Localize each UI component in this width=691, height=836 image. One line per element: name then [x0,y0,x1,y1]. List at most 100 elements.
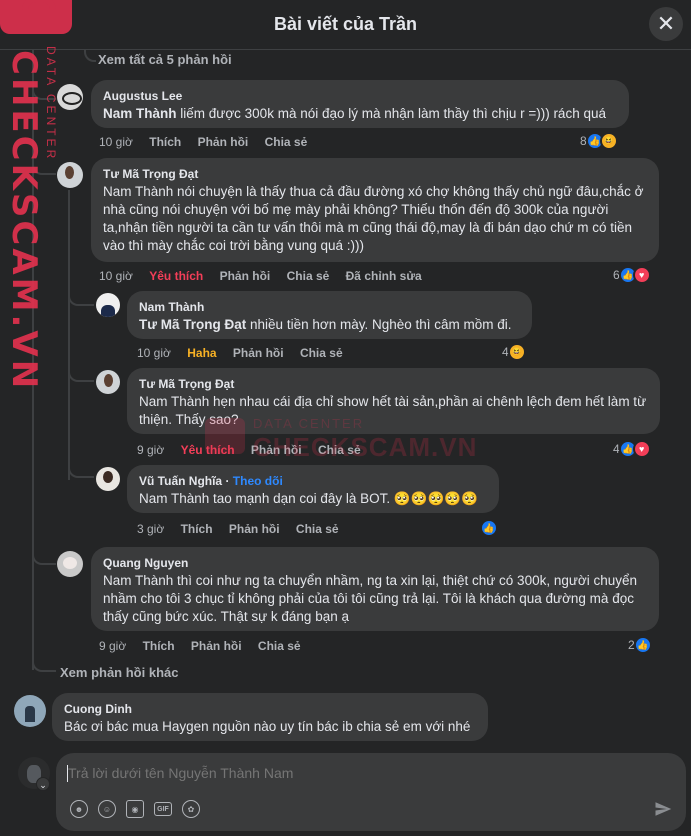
dialog-title: Bài viết của Trần [273,14,418,34]
reply-button[interactable]: Phản hồi [251,443,302,457]
thread-curve-nam [68,290,94,306]
thread-line-main [32,50,34,670]
comment-author[interactable]: Tư Mã Trọng Đạt [139,376,648,392]
thread-curve-dat2 [68,366,94,382]
haha-button[interactable]: Haha [187,346,216,360]
avatar[interactable] [57,551,83,577]
sticker-icon[interactable]: ✿ [182,800,200,818]
reply-input[interactable] [68,765,628,781]
watermark-brand: CHECKSCAM.VN [4,50,44,392]
comment-body: liếm được 300k mà nói đạo lý mà nhận làm… [176,106,606,121]
comment-author[interactable]: Nam Thành [139,299,520,315]
share-button[interactable]: Chia sẻ [287,269,330,283]
comment-time[interactable]: 9 giờ [137,443,164,457]
comment-author[interactable]: Augustus Lee [103,88,617,104]
comment-bubble: Vũ Tuấn Nghĩa · Theo dõi Nam Thành tao m… [127,465,499,513]
like-reaction-icon: 👍 [480,519,498,537]
share-button[interactable]: Chia sẻ [265,135,308,149]
love-reaction-icon: ♥ [632,266,651,284]
comment-bubble: Augustus Lee Nam Thành liếm được 300k mà… [91,80,629,128]
thread-curve-dat [32,155,56,175]
like-button[interactable]: Thích [149,135,181,149]
mention-link[interactable]: Nam Thành [103,106,177,121]
share-button[interactable]: Chia sẻ [296,522,339,536]
emoji-icon[interactable]: ☺ [98,800,116,818]
comment-time[interactable]: 9 giờ [99,639,126,653]
comment-body: Nam Thành tao mạnh dạn coi đây là BOT. 🥺… [139,491,478,506]
avatar[interactable] [96,293,120,317]
reaction-summary[interactable]: 4 👍 ♥ [613,439,651,459]
comment-bubble: Tư Mã Trọng Đạt Nam Thành hẹn nhau cái đ… [127,368,660,434]
view-more-replies-link[interactable]: Xem phản hồi khác [60,665,178,680]
comment-body: Nam Thành nói chuyện là thấy thua cả đầu… [103,184,644,253]
like-reaction-icon: 👍 [633,636,652,654]
avatar[interactable] [96,370,120,394]
comment-bubble: Quang Nguyen Nam Thành thì coi như ng ta… [91,547,659,631]
thread-curve-quang [32,545,56,565]
haha-reaction-icon: 😆 [507,343,526,361]
reply-button[interactable]: Phản hồi [220,269,271,283]
reaction-summary[interactable]: 4 😆 [502,342,526,362]
comment-time[interactable]: 10 giờ [99,269,133,283]
thread-curve-vu [68,462,94,478]
like-button[interactable]: Thích [143,639,175,653]
comment-actions: 10 giờ Haha Phản hồi Chia sẻ [137,346,356,360]
comment-time[interactable]: 10 giờ [137,346,171,360]
avatar[interactable] [14,695,46,727]
share-button[interactable]: Chia sẻ [318,443,361,457]
gif-icon[interactable]: GIF [154,802,172,816]
comment-bubble: Nam Thành Tư Mã Trọng Đạt nhiều tiền hơn… [127,291,532,339]
comment-body: Nam Thành hẹn nhau cái địa chỉ show hết … [139,394,647,427]
comment-body: Nam Thành thì coi như ng ta chuyển nhầm,… [103,573,638,624]
comment-actions: 10 giờ Yêu thích Phản hồi Chia sẻ Đã chỉ… [99,269,435,283]
view-all-replies-link[interactable]: Xem tất cả 5 phản hồi [98,52,232,67]
comment-text: Tư Mã Trọng Đạt nhiều tiền hơn mày. Nghè… [139,316,520,334]
like-button[interactable]: Thích [181,522,213,536]
love-button[interactable]: Yêu thích [149,269,203,283]
comment-actions: 9 giờ Thích Phản hồi Chia sẻ [99,639,314,653]
comment-author[interactable]: Tư Mã Trọng Đạt [103,166,647,182]
avatar[interactable] [57,162,83,188]
avatar[interactable] [96,467,120,491]
comment-time[interactable]: 3 giờ [137,522,164,536]
mention-link[interactable]: Tư Mã Trọng Đạt [139,317,246,332]
close-icon[interactable]: ✕ [649,7,683,41]
comment-actions: 9 giờ Yêu thích Phản hồi Chia sẻ [137,443,374,457]
reply-button[interactable]: Phản hồi [191,639,242,653]
thread-curve-view-all [84,50,96,62]
comment-author[interactable]: Vũ Tuấn Nghĩa [139,474,222,488]
thread-curve-more [32,660,56,672]
comment-time[interactable]: 10 giờ [99,135,133,149]
comment-author-line: Vũ Tuấn Nghĩa · Theo dõi [139,473,487,489]
share-button[interactable]: Chia sẻ [258,639,301,653]
reaction-summary[interactable]: 8 👍 😆 [580,131,618,151]
avatar[interactable] [57,84,83,110]
send-icon[interactable] [654,800,672,818]
reply-box: ☻ ☺ ◉ GIF ✿ [56,753,686,831]
reaction-summary[interactable]: 👍 [480,518,498,538]
haha-reaction-icon: 😆 [599,132,618,150]
share-button[interactable]: Chia sẻ [300,346,343,360]
comment-author[interactable]: Quang Nguyen [103,555,647,571]
love-button[interactable]: Yêu thích [181,443,235,457]
reply-button[interactable]: Phản hồi [229,522,280,536]
camera-icon[interactable]: ◉ [126,800,144,818]
comment-actions: 10 giờ Thích Phản hồi Chia sẻ [99,135,320,149]
avatar-sticker-icon[interactable]: ☻ [70,800,88,818]
reply-tools: ☻ ☺ ◉ GIF ✿ [70,800,200,818]
comment-author[interactable]: Cuong Dinh [64,701,476,717]
comment-actions: 3 giờ Thích Phản hồi Chia sẻ [137,522,352,536]
edited-label[interactable]: Đã chỉnh sửa [346,269,422,283]
reply-button[interactable]: Phản hồi [233,346,284,360]
thread-line-nested [68,190,70,480]
reply-button[interactable]: Phản hồi [198,135,249,149]
watermark-sub: DATA CENTER [44,46,58,162]
chevron-down-icon[interactable]: ⌄ [36,777,50,791]
love-reaction-icon: ♥ [632,440,651,458]
reaction-summary[interactable]: 6 👍 ♥ [613,265,651,285]
reaction-summary[interactable]: 2 👍 [628,635,652,655]
comment-text: Nam Thành liếm được 300k mà nói đạo lý m… [103,105,617,123]
comment-body: nhiều tiền hơn mày. Nghèo thì câm mồm đi… [246,317,512,332]
thread-curve-augustus [32,80,56,100]
follow-link[interactable]: Theo dõi [233,474,283,488]
